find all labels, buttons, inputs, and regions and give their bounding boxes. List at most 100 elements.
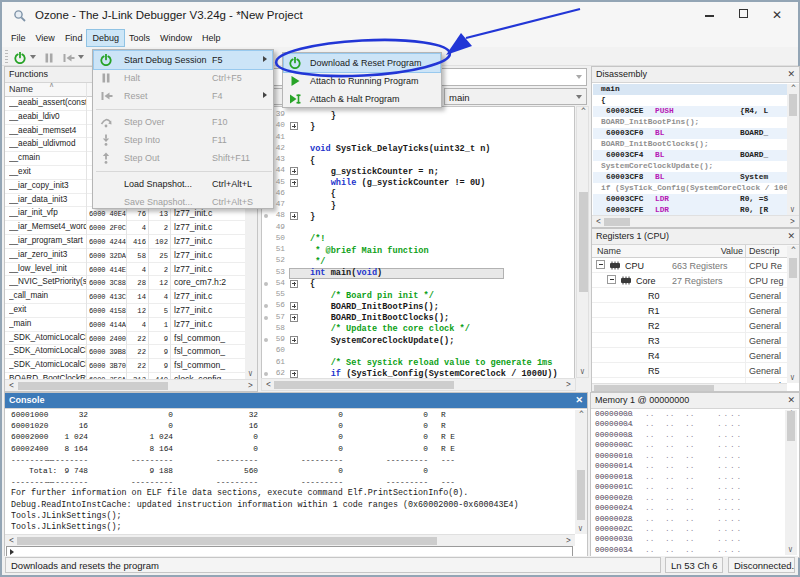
menu-item-reset[interactable]: ResetF4: [94, 87, 272, 105]
memory-row[interactable]: 00000030............: [593, 535, 783, 545]
disassembly-row[interactable]: SystemCoreClockUpdate();: [593, 161, 787, 172]
disassembly-row[interactable]: 60003CEEPUSH{R4, L: [593, 106, 787, 117]
menu-item-step-over[interactable]: Step OverF10: [94, 113, 272, 131]
menu-find[interactable]: Find: [60, 30, 88, 46]
register-row-r2[interactable]: R2General: [592, 318, 787, 333]
menu-item-step-into[interactable]: Step IntoF11: [94, 131, 272, 149]
console-vscrollbar[interactable]: ^v: [575, 410, 587, 534]
memory-vscrollbar[interactable]: ^v: [785, 410, 797, 555]
fold-icon[interactable]: [290, 314, 298, 322]
code-line-59[interactable]: 59 SystemCoreClockUpdate();: [262, 335, 574, 346]
function-row[interactable]: __NVIC_SetPriority(sh6000 3C882812core_c…: [5, 276, 245, 290]
disassembly-row[interactable]: 60003CF8BLSystem: [593, 172, 787, 183]
code-line-55[interactable]: 55 /* Board pin init */: [262, 290, 574, 301]
register-row-r0[interactable]: R0General: [592, 288, 787, 303]
disassembly-vscrollbar[interactable]: ^v: [787, 84, 799, 215]
function-row[interactable]: _SDK_AtomicLocalClea6000 3B70229fsl_comm…: [5, 359, 245, 373]
code-line-61[interactable]: 61 /* Set systick reload value to genera…: [262, 358, 574, 369]
code-line-40[interactable]: 40}: [262, 121, 574, 132]
console-hscrollbar[interactable]: <>: [5, 534, 575, 546]
code-line-39[interactable]: 39 }: [262, 110, 574, 121]
registers-vscrollbar[interactable]: ^v: [787, 246, 799, 383]
editor-hscrollbar[interactable]: <>: [261, 378, 576, 391]
code-line-48[interactable]: 48}: [262, 211, 574, 222]
close-icon[interactable]: ✕: [787, 231, 795, 241]
submenu-item-attach-halt-program[interactable]: Attach & Halt Program: [284, 90, 440, 108]
code-line-50[interactable]: 50/*!: [262, 234, 574, 245]
code-line-51[interactable]: 51 * @brief Main function: [262, 245, 574, 256]
close-icon[interactable]: ✕: [787, 69, 795, 79]
fold-icon[interactable]: [290, 370, 298, 378]
register-row-r1[interactable]: R1General: [592, 303, 787, 318]
function-row[interactable]: __low_level_init6000 414E42lz77_init.c: [5, 263, 245, 277]
function-row[interactable]: _SDK_AtomicLocalClea6000 2400229fsl_comm…: [5, 332, 245, 346]
menu-item-save-snapshot[interactable]: Save Snapshot...Ctrl+Alt+S: [94, 193, 272, 211]
fold-icon[interactable]: [290, 122, 298, 130]
close-icon[interactable]: ✕: [787, 395, 795, 405]
functions-hscrollbar[interactable]: <>: [5, 379, 257, 391]
code-line-46[interactable]: 46 {: [262, 189, 574, 200]
menu-window[interactable]: Window: [155, 30, 197, 46]
memory-row[interactable]: 0000002C............: [593, 525, 783, 535]
memory-row[interactable]: 00000018............: [593, 473, 783, 483]
source-code-area[interactable]: 39 }40}4142void SysTick_DelayTicks(uint3…: [261, 106, 575, 380]
memory-row[interactable]: 0000000C............: [593, 441, 783, 451]
code-line-43[interactable]: 43{: [262, 155, 574, 166]
disassembly-row[interactable]: 60003CFELDRR0, [R: [593, 205, 787, 215]
disassembly-hscrollbar[interactable]: <>: [592, 215, 799, 227]
minimize-button[interactable]: [692, 2, 726, 28]
menu-item-halt[interactable]: HaltCtrl+F5: [94, 69, 272, 87]
code-line-42[interactable]: 42void SysTick_DelayTicks(uint32_t n): [262, 144, 574, 155]
memory-row[interactable]: 00000028............: [593, 515, 783, 525]
register-row-cpu[interactable]: CPU663 RegistersCPU Re: [592, 258, 787, 273]
disassembly-row[interactable]: BOARD_InitBootPins();: [593, 117, 787, 128]
fold-icon[interactable]: [290, 336, 298, 344]
disassembly-row[interactable]: 60003CF4BLBOARD_: [593, 150, 787, 161]
code-line-47[interactable]: 47 }: [262, 200, 574, 211]
menu-file[interactable]: File: [6, 30, 31, 46]
code-line-45[interactable]: 45 while (g_systickCounter != 0U): [262, 178, 574, 189]
submenu-item-attach-to-running-program[interactable]: Attach to Running Program: [284, 72, 440, 90]
function-row[interactable]: __iar_program_start6000 4244416102lz77_i…: [5, 235, 245, 249]
disassembly-row[interactable]: BOARD_InitBootClocks();: [593, 139, 787, 150]
start-debug-icon-dropdown[interactable]: [30, 55, 36, 59]
menu-item-start-debug-session[interactable]: Start Debug SessionF5: [94, 51, 272, 69]
menu-tools[interactable]: Tools: [124, 30, 155, 46]
code-line-52[interactable]: 52 */: [262, 256, 574, 267]
registers-column-header[interactable]: Name Value Descrip: [592, 245, 799, 258]
disassembly-row[interactable]: 60003CF0BLBOARD_: [593, 128, 787, 139]
register-row-r5[interactable]: R5General: [592, 363, 787, 378]
function-row[interactable]: _main6000 414A41lz77_init.c: [5, 318, 245, 332]
fold-icon[interactable]: [290, 302, 298, 310]
code-line-49[interactable]: 49: [262, 223, 574, 234]
function-row[interactable]: __iar_Memset4_word6000 2F0C42lz77_init.c: [5, 221, 245, 235]
maximize-button[interactable]: [726, 2, 760, 28]
fold-icon[interactable]: [290, 167, 298, 175]
disassembly-row[interactable]: {: [593, 95, 787, 106]
function-row[interactable]: _exit6000 4158125lz77_init.c: [5, 304, 245, 318]
memory-row[interactable]: 00000020............: [593, 494, 783, 504]
memory-row[interactable]: 00000000............: [593, 410, 783, 420]
editor-vscrollbar[interactable]: ^v: [576, 106, 589, 378]
submenu-item-download-reset-program[interactable]: Download & Reset Program: [284, 54, 440, 72]
function-selector-combo[interactable]: main: [444, 88, 587, 105]
code-line-57[interactable]: 57 BOARD_InitBootClocks();: [262, 313, 574, 324]
menu-item-load-snapshot[interactable]: Load Snapshot...Ctrl+Alt+L: [94, 175, 272, 193]
function-row[interactable]: _SDK_AtomicLocalClea6000 39B8229fsl_comm…: [5, 345, 245, 359]
disassembly-row[interactable]: if (SysTick_Config(SystemCoreClock / 100…: [593, 183, 787, 194]
menu-item-step-out[interactable]: Step OutShift+F11: [94, 149, 272, 167]
function-row[interactable]: _call_main6000 413C144lz77_init.c: [5, 290, 245, 304]
memory-row[interactable]: 00000024............: [593, 504, 783, 514]
code-line-41[interactable]: 41: [262, 133, 574, 144]
collapse-icon[interactable]: [596, 260, 605, 269]
register-row-r4[interactable]: R4General: [592, 348, 787, 363]
memory-row[interactable]: 00000014............: [593, 462, 783, 472]
code-line-60[interactable]: 60: [262, 346, 574, 357]
code-line-56[interactable]: 56 BOARD_InitBootPins();: [262, 301, 574, 312]
code-line-53[interactable]: 53int main(void): [262, 268, 574, 279]
function-row[interactable]: __iar_zero_init36000 32DA5825lz77_init.c: [5, 249, 245, 263]
register-row-r3[interactable]: R3General: [592, 333, 787, 348]
memory-row[interactable]: 00000004............: [593, 420, 783, 430]
code-line-54[interactable]: 54{: [262, 279, 574, 290]
fold-icon[interactable]: [290, 179, 298, 187]
